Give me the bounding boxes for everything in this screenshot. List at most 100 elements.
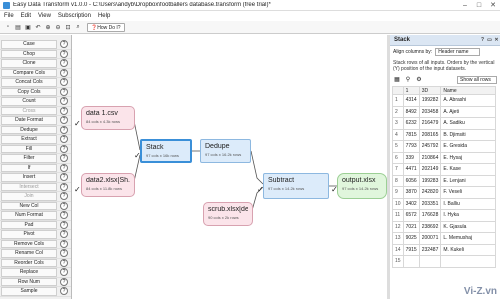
menu-subscription[interactable]: Subscription <box>58 13 91 19</box>
help-icon[interactable]: ? <box>60 258 68 267</box>
column-header[interactable]: 3D <box>418 86 442 95</box>
transform-button-num-format[interactable]: Num Format <box>1 211 57 220</box>
align-select[interactable]: Header name <box>435 48 481 56</box>
help-icon[interactable]: ? <box>60 163 68 172</box>
table-row[interactable]: 14 7915 232487 M. Kukeli <box>392 243 496 256</box>
filter-icon[interactable]: ⚲ <box>404 76 412 84</box>
maximize-button[interactable]: □ <box>472 2 486 9</box>
transform-button-extract[interactable]: Extract <box>1 135 57 144</box>
help-icon[interactable]: ? <box>479 37 486 43</box>
zoom-out-icon[interactable]: ⊖ <box>54 23 62 31</box>
show-rows-select[interactable]: Show all rows <box>457 76 497 84</box>
transform-button-row-num[interactable]: Row Num <box>1 277 57 286</box>
transform-button-cross[interactable]: Cross <box>1 106 57 115</box>
help-icon[interactable]: ? <box>60 116 68 125</box>
table-row[interactable]: 15 <box>392 255 496 268</box>
menu-help[interactable]: Help <box>98 13 110 19</box>
help-icon[interactable]: ? <box>60 220 68 229</box>
node-scrub-xlsx[interactable]: scrub.xlsx[det... 90 cols x 2k rows <box>203 202 253 226</box>
table-row[interactable]: 9 3870 242820 F. Veseli <box>392 186 496 199</box>
help-icon[interactable]: ? <box>60 249 68 258</box>
minimize-button[interactable]: – <box>458 2 472 9</box>
menu-file[interactable]: File <box>4 13 14 19</box>
help-icon[interactable]: ? <box>60 173 68 182</box>
table-row[interactable]: 7 4471 202149 E. Kase <box>392 163 496 176</box>
transform-button-intersect[interactable]: Intersect <box>1 182 57 191</box>
help-icon[interactable]: ? <box>60 78 68 87</box>
close-button[interactable]: ✕ <box>486 1 500 9</box>
column-header[interactable] <box>392 86 404 95</box>
transform-button-case[interactable]: Case <box>1 40 57 49</box>
node-dedupe[interactable]: Dedupe 97 cols x 16.2k rows <box>200 139 251 163</box>
help-icon[interactable]: ? <box>60 59 68 68</box>
table-icon[interactable]: ▦ <box>393 76 401 84</box>
table-row[interactable]: 8 6056 199283 E. Lenjani <box>392 174 496 187</box>
table-row[interactable]: 2 8492 203458 A. Ajeti <box>392 105 496 118</box>
menu-view[interactable]: View <box>38 13 51 19</box>
help-icon[interactable]: ? <box>60 230 68 239</box>
table-row[interactable]: 12 7021 238692 K. Gjasula <box>392 220 496 233</box>
node-stack[interactable]: Stack 97 cols x 16k rows <box>140 139 192 163</box>
table-row[interactable]: 1 4314 199282 A. Abrashi <box>392 94 496 107</box>
help-icon[interactable]: ? <box>60 144 68 153</box>
node-data1-csv[interactable]: data 1.csv 84 cols x 4.3k rows <box>81 106 135 130</box>
help-icon[interactable]: ? <box>60 40 68 49</box>
menu-edit[interactable]: Edit <box>21 13 31 19</box>
help-icon[interactable]: ? <box>60 287 68 296</box>
table-row[interactable]: 3 6232 216479 A. Sadiku <box>392 117 496 130</box>
transform-button-copy-cols[interactable]: Copy Cols <box>1 87 57 96</box>
table-row[interactable]: 6 339 210864 E. Hysaj <box>392 151 496 164</box>
help-icon[interactable]: ? <box>60 239 68 248</box>
node-output-xlsx[interactable]: output.xlsx 97 cols x 14.2k rows <box>337 173 387 199</box>
transform-button-date-format[interactable]: Date Format <box>1 116 57 125</box>
help-icon[interactable]: ? <box>60 182 68 191</box>
transform-button-insert[interactable]: Insert <box>1 173 57 182</box>
transform-button-fill[interactable]: Fill <box>1 144 57 153</box>
help-icon[interactable]: ? <box>60 192 68 201</box>
transform-button-chop[interactable]: Chop <box>1 49 57 58</box>
help-icon[interactable]: ? <box>60 135 68 144</box>
help-icon[interactable]: ? <box>60 68 68 77</box>
table-row[interactable]: 11 6572 176628 I. Hyka <box>392 209 496 222</box>
table-row[interactable]: 4 7815 208165 B. Djimsiti <box>392 128 496 141</box>
transform-button-replace[interactable]: Replace <box>1 268 57 277</box>
save-icon[interactable]: ▣ <box>24 23 32 31</box>
restore-icon[interactable]: ▭ <box>486 37 493 43</box>
transform-button-dedupe[interactable]: Dedupe <box>1 125 57 134</box>
transform-button-new-col[interactable]: New Col <box>1 201 57 210</box>
column-header[interactable]: Name <box>440 86 496 95</box>
new-icon[interactable]: ▫ <box>4 23 12 31</box>
transform-button-compare-cols[interactable]: Compare Cols <box>1 68 57 77</box>
help-icon[interactable]: ? <box>60 277 68 286</box>
close-icon[interactable]: ✕ <box>493 37 500 43</box>
help-icon[interactable]: ? <box>60 125 68 134</box>
help-icon[interactable]: ? <box>60 211 68 220</box>
help-icon[interactable]: ? <box>60 106 68 115</box>
transform-button-filter[interactable]: Filter <box>1 154 57 163</box>
help-icon[interactable]: ? <box>60 49 68 58</box>
transform-button-pivot[interactable]: Pivot <box>1 230 57 239</box>
transform-button-rename-col[interactable]: Rename Col <box>1 249 57 258</box>
zoom-in-icon[interactable]: ⊕ <box>44 23 52 31</box>
transform-button-clone[interactable]: Clone <box>1 59 57 68</box>
node-subtract[interactable]: Subtract 97 cols x 14.2k rows <box>263 173 329 199</box>
undo-icon[interactable]: ↶ <box>34 23 42 31</box>
transform-button-count[interactable]: Count <box>1 97 57 106</box>
workflow-canvas[interactable]: data 1.csv 84 cols x 4.3k rows ✓ data2.x… <box>73 35 387 299</box>
node-data2-xlsx[interactable]: data2.xlsx[Sh... 84 cols x 11.8k rows <box>81 173 135 197</box>
transform-button-reorder-cols[interactable]: Reorder Cols <box>1 258 57 267</box>
how-do-i-button[interactable]: ❓How Do I? <box>87 22 125 32</box>
transform-button-concat-cols[interactable]: Concat Cols <box>1 78 57 87</box>
table-row[interactable]: 5 7793 245792 E. Gresida <box>392 140 496 153</box>
zoom-fit-icon[interactable]: ⊡ <box>64 23 72 31</box>
transform-button-remove-cols[interactable]: Remove Cols <box>1 239 57 248</box>
transform-button-join[interactable]: Join <box>1 192 57 201</box>
help-icon[interactable]: ? <box>60 87 68 96</box>
transform-button-sample[interactable]: Sample <box>1 287 57 296</box>
open-icon[interactable]: ▤ <box>14 23 22 31</box>
transform-button-if[interactable]: If <box>1 163 57 172</box>
settings-icon[interactable]: ⚙ <box>415 76 423 84</box>
help-icon[interactable]: ? <box>60 268 68 277</box>
column-header[interactable]: 1 <box>402 86 420 95</box>
help-icon[interactable]: ? <box>60 154 68 163</box>
